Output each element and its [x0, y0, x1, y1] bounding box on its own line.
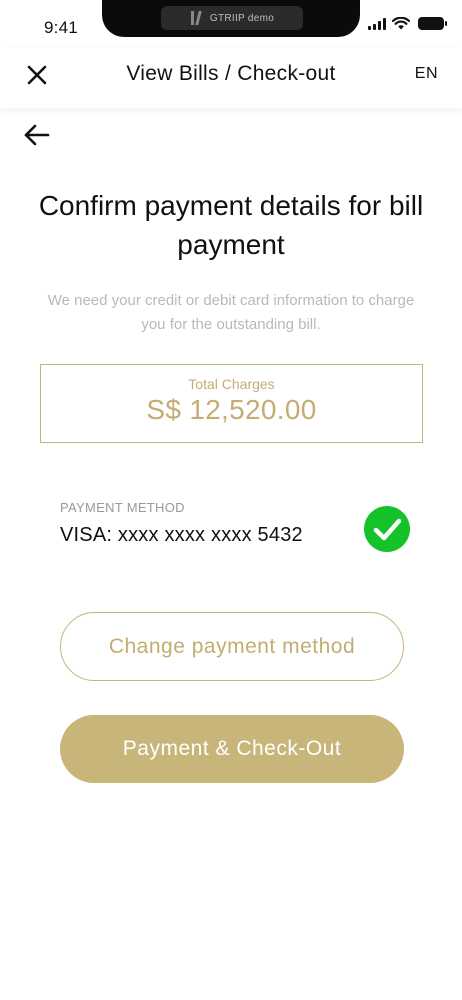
total-charges-box: Total Charges S$ 12,520.00: [40, 364, 423, 443]
change-payment-method-button[interactable]: Change payment method: [60, 612, 404, 681]
total-charges-label: Total Charges: [188, 376, 275, 392]
confirm-heading: Confirm payment details for bill payment: [38, 190, 424, 260]
page-title: View Bills / Check-out: [126, 62, 336, 85]
language-selector[interactable]: EN: [415, 65, 438, 83]
payment-method-value: VISA: xxxx xxxx xxxx 5432: [60, 524, 303, 546]
check-circle-icon: [364, 506, 410, 552]
status-icons: [368, 17, 447, 30]
app-header: View Bills / Check-out EN: [0, 48, 462, 108]
battery-icon: [418, 17, 447, 30]
wifi-icon: [392, 17, 410, 30]
arrow-left-icon[interactable]: [22, 120, 52, 150]
info-subtext: We need your credit or debit card inform…: [47, 292, 415, 333]
notch-label-pill: GTRIIP demo: [161, 6, 303, 30]
app-logo-icon: [190, 11, 202, 25]
status-bar: 9:41 GTRIIP demo: [0, 0, 462, 50]
device-notch: GTRIIP demo: [102, 0, 360, 37]
cellular-signal-icon: [368, 17, 386, 30]
notch-label: GTRIIP demo: [209, 12, 275, 24]
total-charges-amount: S$ 12,520.00: [146, 394, 317, 425]
payment-method-label: PAYMENT METHOD: [60, 500, 185, 515]
status-time: 9:41: [44, 18, 78, 37]
payment-checkout-button[interactable]: Payment & Check-Out: [60, 715, 404, 783]
